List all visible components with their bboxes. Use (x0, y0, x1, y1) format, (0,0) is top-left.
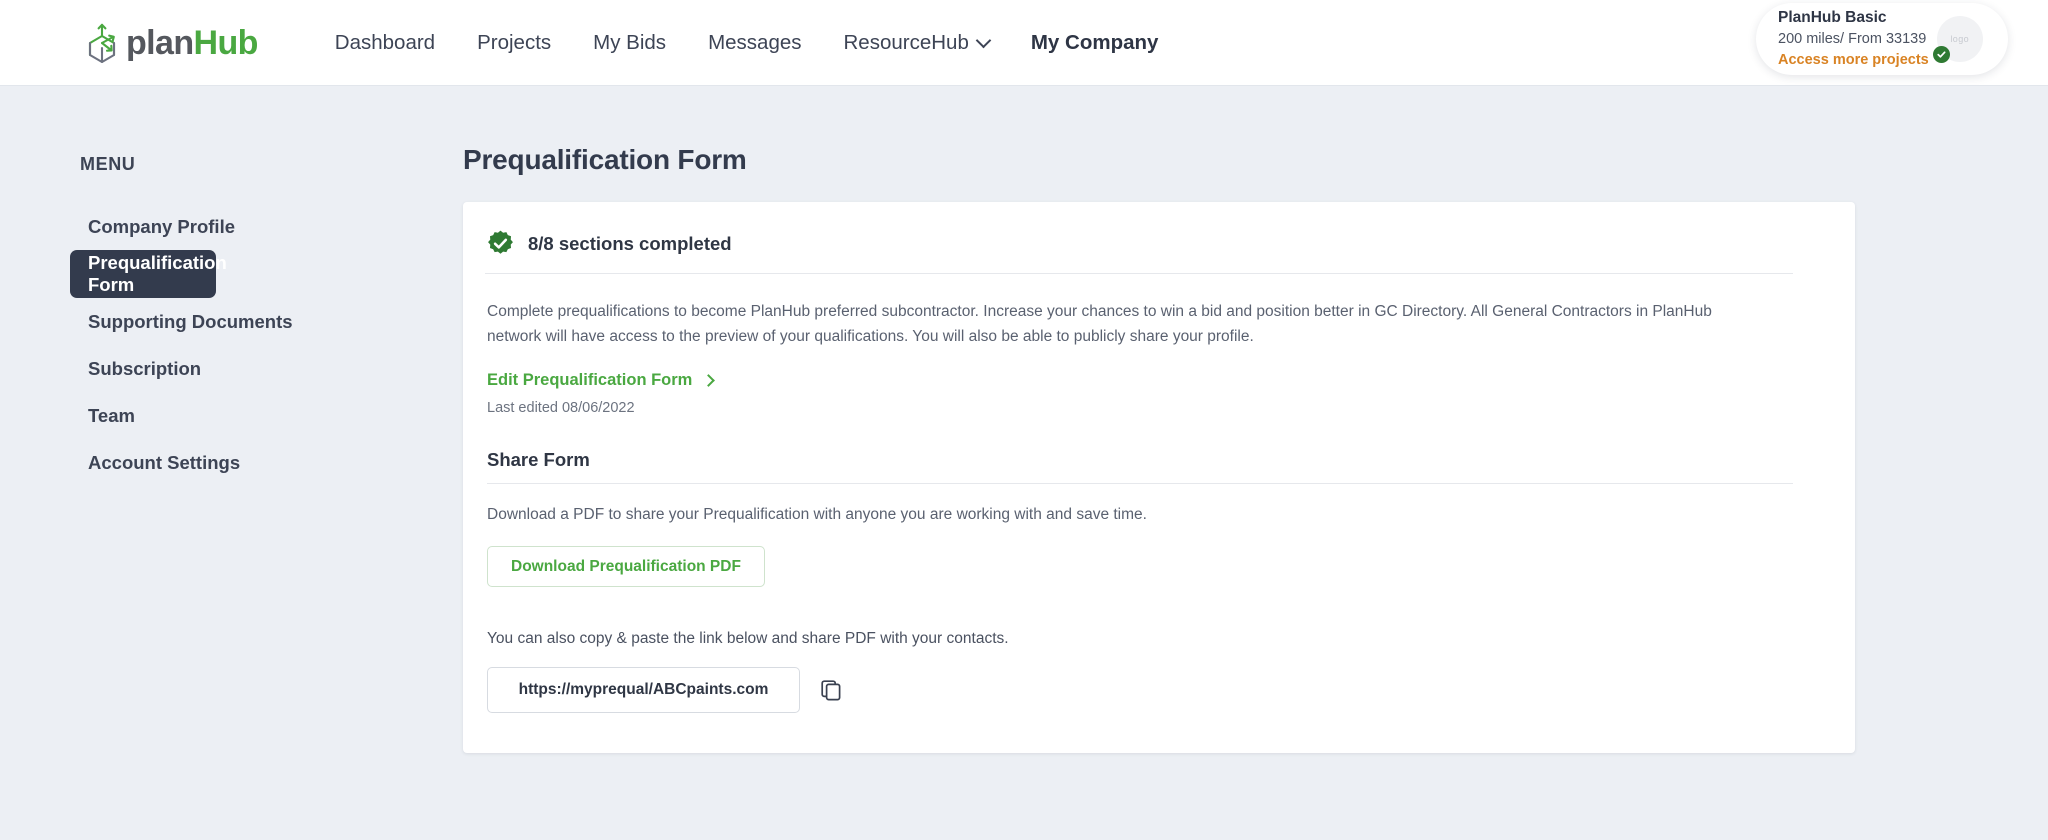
nav-item-dashboard[interactable]: Dashboard (335, 31, 435, 55)
download-prequalification-pdf-button[interactable]: Download Prequalification PDF (487, 546, 765, 588)
share-download-description: Download a PDF to share your Prequalific… (487, 506, 1147, 524)
share-form-heading: Share Form (487, 449, 1793, 485)
chevron-down-icon (975, 32, 992, 48)
sidebar-item-team[interactable]: Team (0, 392, 420, 439)
avatar-wrapper[interactable]: logo (1932, 16, 1983, 63)
share-link-row: https://myprequal/ABCpaints.com (487, 667, 1793, 714)
nav-label: Messages (708, 30, 802, 54)
sidebar-item-label: Prequalification Form (88, 252, 227, 295)
nav-item-projects[interactable]: Projects (477, 31, 551, 55)
page-root: planHub Dashboard Projects My Bids Messa… (0, 0, 2048, 840)
page-title: Prequalification Form (463, 144, 747, 175)
top-navigation-bar: planHub Dashboard Projects My Bids Messa… (0, 0, 2048, 86)
planhub-cube-arrows-icon (88, 23, 116, 63)
edit-prequalification-form-link[interactable]: Edit Prequalification Form (487, 371, 716, 390)
prequalification-card: 8/8 sections completed Complete prequali… (463, 202, 1855, 754)
sidebar-item-account-settings[interactable]: Account Settings (0, 439, 420, 486)
nav-label: My Bids (593, 30, 667, 54)
edit-link-label: Edit Prequalification Form (487, 371, 693, 390)
sidebar-item-label: Team (88, 404, 135, 426)
nav-label: My Company (1030, 30, 1159, 54)
planhub-logo[interactable]: planHub (80, 0, 258, 86)
completion-status-text: 8/8 sections completed (528, 232, 732, 254)
logo-text-plan: plan (126, 23, 194, 62)
sidebar-item-label: Subscription (88, 357, 202, 379)
avatar-placeholder-text: logo (1950, 34, 1970, 44)
copy-icon[interactable] (819, 678, 843, 702)
sidebar-item-label: Supporting Documents (88, 310, 293, 332)
share-link-input[interactable]: https://myprequal/ABCpaints.com (487, 667, 800, 714)
nav-label: Dashboard (334, 30, 436, 54)
logo-text-hub: Hub (193, 23, 259, 62)
nav-label: ResourceHub (843, 30, 969, 54)
verified-seal-icon (488, 230, 513, 254)
sidebar-item-subscription[interactable]: Subscription (0, 345, 420, 392)
completion-status-row: 8/8 sections completed (485, 230, 1793, 274)
nav-item-messages[interactable]: Messages (708, 31, 801, 55)
verified-check-icon (1932, 46, 1950, 63)
prequalification-description: Complete prequalifications to become Pla… (487, 303, 1712, 346)
sidebar-item-prequalification-form[interactable]: Prequalification Form (70, 250, 227, 298)
plan-badge[interactable]: PlanHub Basic 200 miles/ From 33139 Acce… (1756, 3, 2008, 75)
nav-label: Projects (477, 30, 552, 54)
sidebar-item-company-profile[interactable]: Company Profile (0, 203, 420, 250)
sidebar-item-label: Account Settings (88, 451, 241, 473)
main-content: Prequalification Form 8/8 sections compl… (420, 86, 2048, 754)
sidebar-menu-list: Company Profile Prequalification Form Su… (0, 203, 420, 486)
plan-badge-text: PlanHub Basic 200 miles/ From 33139 Acce… (1778, 7, 1929, 72)
sidebar-item-supporting-documents[interactable]: Supporting Documents (0, 298, 420, 345)
copy-link-description: You can also copy & paste the link below… (487, 630, 1009, 648)
chevron-right-icon (702, 374, 716, 388)
sidebar: MENU Company Profile Prequalification Fo… (0, 86, 420, 486)
sidebar-heading: MENU (80, 154, 136, 174)
plan-upgrade-link[interactable]: Access more projects (1778, 50, 1929, 71)
main-nav: Dashboard Projects My Bids Messages Reso… (335, 0, 1201, 86)
sidebar-item-label: Company Profile (88, 215, 235, 237)
nav-item-resourcehub[interactable]: ResourceHub (843, 30, 992, 55)
nav-item-my-company[interactable]: My Company (1031, 31, 1159, 55)
last-edited-text: Last edited 08/06/2022 (487, 400, 635, 417)
plan-radius: 200 miles/ From 33139 (1778, 31, 1927, 48)
nav-item-my-bids[interactable]: My Bids (593, 31, 666, 55)
plan-name: PlanHub Basic (1778, 8, 1887, 26)
planhub-wordmark: planHub (126, 26, 258, 60)
